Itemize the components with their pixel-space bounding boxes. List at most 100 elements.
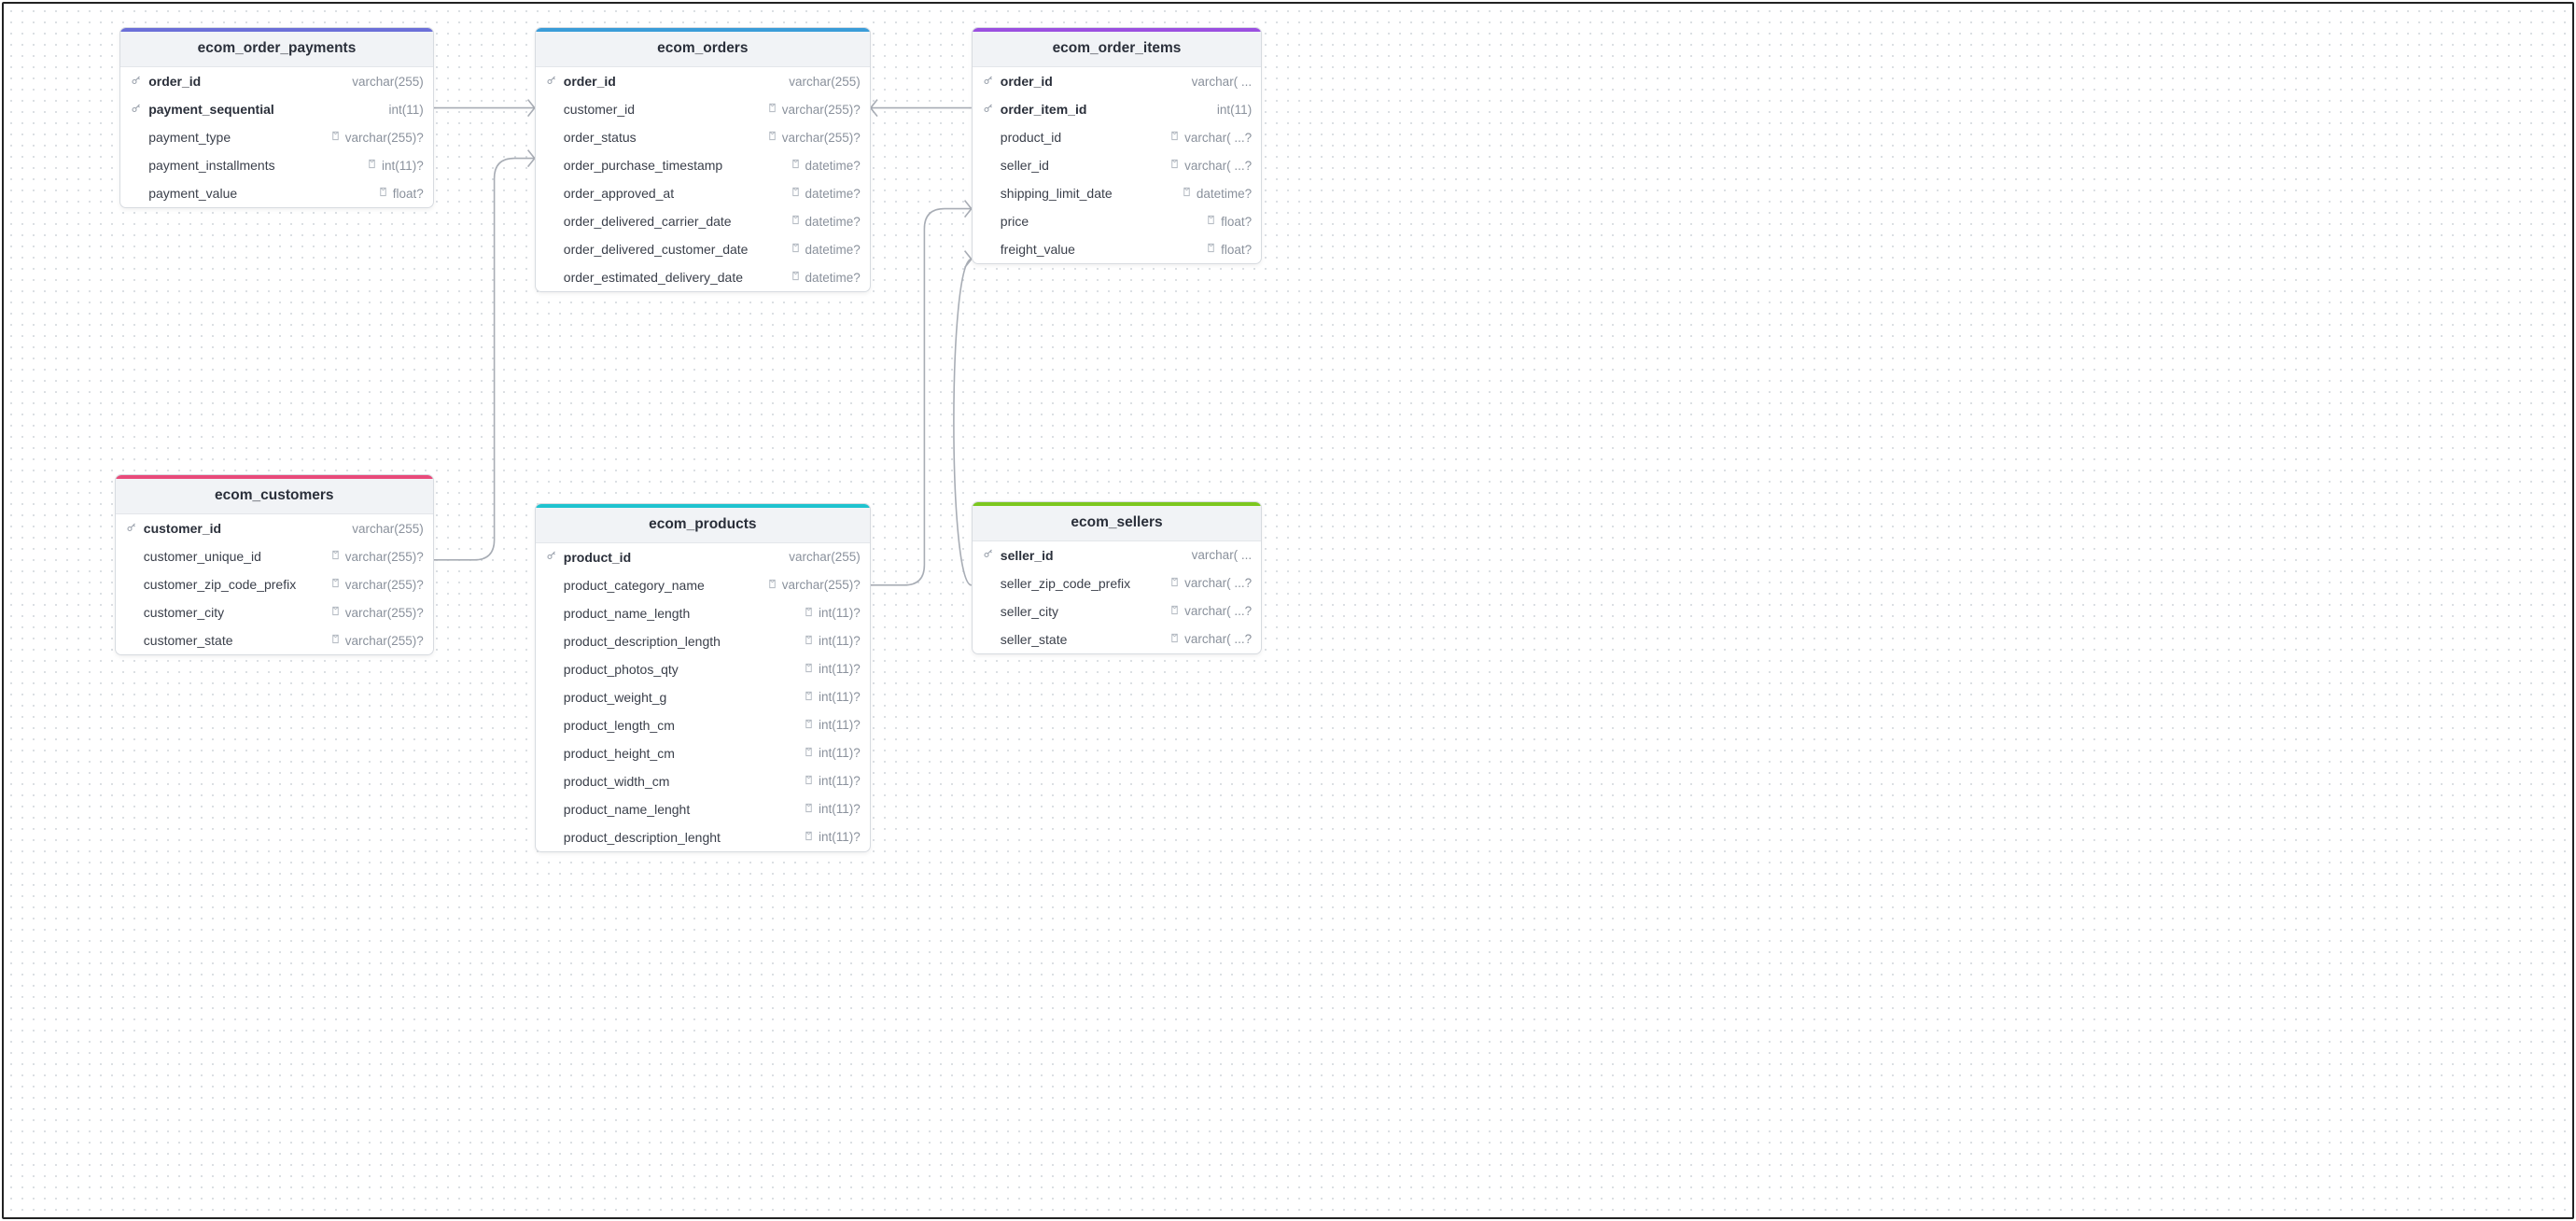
column-name: product_description_lenght — [564, 830, 798, 845]
column-row[interactable]: seller_zip_code_prefixvarchar( ...? — [973, 569, 1261, 597]
column-type-text: varchar(255) — [352, 75, 424, 89]
primary-key-icon — [982, 103, 995, 117]
column-name: customer_id — [144, 521, 346, 536]
column-type-text: int(11)? — [819, 802, 861, 816]
table-ecom_orders[interactable]: ecom_orders order_id varchar(255) customer_… — [535, 27, 871, 292]
column-row[interactable]: order_idvarchar( ... — [973, 67, 1261, 95]
column-row[interactable]: seller_cityvarchar( ...? — [973, 597, 1261, 625]
column-type-text: datetime? — [805, 215, 861, 229]
column-row[interactable]: customer_unique_idvarchar(255)? — [116, 542, 433, 570]
column-row[interactable]: customer_zip_code_prefixvarchar(255)? — [116, 570, 433, 598]
column-row[interactable]: product_name_lenghtint(11)? — [536, 795, 870, 823]
column-type: datetime? — [791, 187, 861, 201]
primary-key-icon — [545, 75, 558, 89]
column-type: int(11)? — [804, 830, 861, 844]
column-row[interactable]: seller_idvarchar( ...? — [973, 151, 1261, 179]
column-row[interactable]: product_idvarchar( ...? — [973, 123, 1261, 151]
column-type-text: varchar(255) — [789, 75, 861, 89]
column-row[interactable]: product_category_namevarchar(255)? — [536, 571, 870, 599]
table-title[interactable]: ecom_order_items — [973, 32, 1261, 67]
column-row[interactable]: product_name_lengthint(11)? — [536, 599, 870, 627]
nullable-icon — [330, 131, 341, 144]
column-type: float? — [378, 187, 424, 201]
table-ecom_products[interactable]: ecom_productsproduct_idvarchar(255)produ… — [535, 503, 871, 852]
nullable-icon — [767, 131, 777, 144]
column-type-text: varchar(255)? — [782, 578, 861, 592]
table-ecom_order_payments[interactable]: ecom_order_paymentsorder_idvarchar(255)p… — [119, 27, 434, 208]
column-row[interactable]: pricefloat? — [973, 207, 1261, 235]
column-row[interactable]: product_photos_qtyint(11)? — [536, 655, 870, 683]
column-row[interactable]: payment_installmentsint(11)? — [120, 151, 433, 179]
erd-canvas[interactable]: ecom_order_paymentsorder_idvarchar(255)p… — [2, 2, 2574, 1219]
column-row[interactable]: customer_idvarchar(255)? — [536, 95, 870, 123]
column-name: order_delivered_carrier_date — [564, 214, 785, 229]
column-type-text: datetime? — [805, 243, 861, 257]
column-row[interactable]: customer_statevarchar(255)? — [116, 626, 433, 654]
column-row[interactable]: customer_idvarchar(255) — [116, 514, 433, 542]
nullable-icon — [378, 187, 388, 200]
table-title[interactable]: ecom_customers — [116, 479, 433, 514]
column-type: datetime? — [791, 215, 861, 229]
column-row[interactable]: payment_typevarchar(255)? — [120, 123, 433, 151]
table-title[interactable]: ecom_orders — [536, 32, 870, 67]
column-row[interactable]: freight_valuefloat? — [973, 235, 1261, 263]
column-type-text: float? — [393, 187, 424, 201]
column-type: datetime? — [791, 159, 861, 173]
column-row[interactable]: product_width_cmint(11)? — [536, 767, 870, 795]
nullable-icon — [804, 803, 814, 816]
column-name: product_length_cm — [564, 718, 798, 733]
column-row[interactable]: order_id varchar(255) — [536, 67, 870, 95]
column-row[interactable]: product_idvarchar(255) — [536, 543, 870, 571]
column-row[interactable]: product_length_cmint(11)? — [536, 711, 870, 739]
table-ecom_customers[interactable]: ecom_customerscustomer_idvarchar(255)cus… — [115, 474, 434, 655]
table-title[interactable]: ecom_products — [536, 508, 870, 543]
column-type: int(11)? — [804, 606, 861, 620]
column-row[interactable]: order_idvarchar(255) — [120, 67, 433, 95]
column-row[interactable]: order_estimated_delivery_datedatetime? — [536, 263, 870, 291]
nullable-icon — [804, 775, 814, 788]
table-ecom_order_items[interactable]: ecom_order_itemsorder_idvarchar( ...orde… — [972, 27, 1262, 264]
column-row[interactable]: product_height_cmint(11)? — [536, 739, 870, 767]
column-type-text: varchar( ...? — [1184, 604, 1252, 618]
column-row[interactable]: order_delivered_carrier_date datetime? — [536, 207, 870, 235]
column-row[interactable]: seller_statevarchar( ...? — [973, 625, 1261, 653]
table-title[interactable]: ecom_order_payments — [120, 32, 433, 67]
nullable-icon — [1206, 243, 1216, 256]
column-row[interactable]: payment_valuefloat? — [120, 179, 433, 207]
column-type: varchar( ...? — [1169, 576, 1252, 590]
column-type: varchar(255) — [352, 75, 424, 89]
column-row[interactable]: seller_idvarchar( ... — [973, 541, 1261, 569]
column-name: customer_city — [144, 605, 325, 620]
column-row[interactable]: order_delivered_customer_date datetime? — [536, 235, 870, 263]
table-title[interactable]: ecom_sellers — [973, 506, 1261, 541]
column-row[interactable]: order_statusvarchar(255)? — [536, 123, 870, 151]
column-row[interactable]: order_purchase_timestampdatetime? — [536, 151, 870, 179]
column-type: varchar(255)? — [767, 103, 861, 117]
column-type-text: int(11)? — [819, 690, 861, 704]
nullable-icon — [1182, 187, 1192, 200]
column-name: shipping_limit_date — [1001, 186, 1176, 201]
column-row[interactable]: product_weight_gint(11)? — [536, 683, 870, 711]
column-row[interactable]: order_item_idint(11) — [973, 95, 1261, 123]
column-name: customer_state — [144, 633, 325, 648]
column-row[interactable]: shipping_limit_date datetime? — [973, 179, 1261, 207]
column-row[interactable]: order_approved_atdatetime? — [536, 179, 870, 207]
column-name: order_id — [564, 74, 783, 89]
column-name: order_delivered_customer_date — [564, 242, 785, 257]
column-row[interactable]: product_description_lengthint(11)? — [536, 627, 870, 655]
column-row[interactable]: product_description_lenght int(11)? — [536, 823, 870, 851]
nullable-icon — [804, 663, 814, 676]
column-type: datetime? — [1182, 187, 1252, 201]
nullable-icon — [791, 159, 801, 172]
column-row[interactable]: payment_sequentialint(11) — [120, 95, 433, 123]
column-type-text: varchar( ... — [1192, 75, 1253, 89]
column-type-text: varchar( ...? — [1184, 632, 1252, 646]
column-row[interactable]: customer_cityvarchar(255)? — [116, 598, 433, 626]
column-type: int(11)? — [804, 634, 861, 648]
nullable-icon — [767, 579, 777, 592]
column-type-text: varchar(255) — [789, 550, 861, 564]
primary-key-icon — [125, 522, 138, 536]
column-type-text: datetime? — [1197, 187, 1252, 201]
column-type: varchar( ... — [1192, 75, 1253, 89]
table-ecom_sellers[interactable]: ecom_sellersseller_idvarchar( ...seller_… — [972, 501, 1262, 654]
